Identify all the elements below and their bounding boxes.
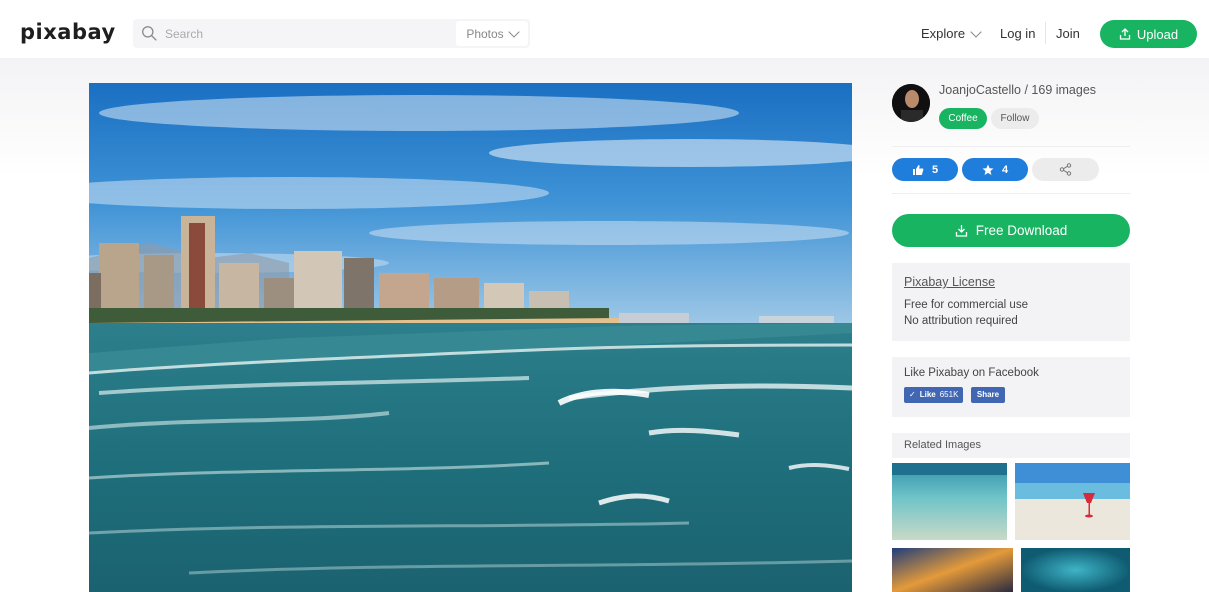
- chevron-down-icon: [970, 25, 982, 38]
- share-icon: [1059, 163, 1072, 176]
- star-icon: [982, 164, 994, 175]
- chevron-down-icon: [508, 25, 520, 38]
- check-icon: ✓: [909, 390, 916, 399]
- thumbs-up-icon: [912, 164, 924, 175]
- free-download-button[interactable]: Free Download: [892, 214, 1130, 247]
- facebook-title: Like Pixabay on Facebook: [904, 367, 1039, 379]
- author-avatar[interactable]: [892, 84, 930, 122]
- related-image-thumbnail: [1015, 463, 1130, 540]
- license-link[interactable]: Pixabay License: [904, 275, 1118, 289]
- login-link[interactable]: Log in: [1000, 26, 1035, 41]
- related-image-1[interactable]: [892, 463, 1007, 540]
- follow-button[interactable]: Follow: [991, 108, 1039, 129]
- search-bar[interactable]: Photos: [133, 19, 530, 48]
- related-image-thumbnail: [892, 548, 1013, 592]
- media-type-select[interactable]: Photos: [456, 21, 528, 46]
- facebook-like-button[interactable]: ✓ Like 651K: [904, 386, 964, 403]
- explore-menu[interactable]: Explore: [921, 25, 982, 41]
- related-images-header: Related Images: [892, 433, 1130, 458]
- related-image-3[interactable]: [892, 548, 1013, 592]
- download-label: Free Download: [975, 223, 1068, 238]
- license-commercial: Free for commercial use: [904, 299, 1028, 311]
- explore-label: Explore: [921, 26, 966, 41]
- download-icon: [955, 225, 967, 237]
- media-type-label: Photos: [466, 26, 504, 41]
- search-input[interactable]: [165, 23, 445, 44]
- favorite-count: 4: [1001, 163, 1009, 176]
- license-attribution: No attribution required: [904, 315, 1018, 327]
- facebook-panel: Like Pixabay on Facebook ✓ Like 651K Sha…: [892, 357, 1130, 417]
- related-image-thumbnail: [892, 463, 1007, 540]
- divider: [892, 193, 1130, 194]
- join-link[interactable]: Join: [1056, 26, 1080, 41]
- license-panel: Pixabay License Free for commercial use …: [892, 263, 1130, 341]
- related-image-thumbnail: [1021, 548, 1130, 592]
- share-button[interactable]: [1032, 158, 1099, 181]
- avatar-image: [892, 84, 930, 122]
- logo[interactable]: pixabay: [20, 20, 116, 44]
- upload-icon: [1119, 28, 1131, 40]
- related-image-4[interactable]: [1021, 548, 1130, 592]
- divider: [892, 146, 1130, 147]
- search-icon: [142, 26, 157, 41]
- main-photo[interactable]: [89, 83, 852, 592]
- author-link[interactable]: JoanjoCastello / 169 images: [939, 83, 1096, 97]
- upload-button[interactable]: Upload: [1100, 20, 1197, 48]
- like-button[interactable]: 5: [892, 158, 958, 181]
- facebook-share-button[interactable]: Share: [970, 386, 1006, 403]
- nav-divider: [1045, 22, 1046, 44]
- upload-label: Upload: [1136, 26, 1179, 42]
- facebook-like-label: Like: [919, 390, 936, 399]
- beach-photo-image: [89, 83, 852, 592]
- related-image-2[interactable]: [1015, 463, 1130, 540]
- coffee-button[interactable]: Coffee: [939, 108, 987, 129]
- like-count: 5: [931, 163, 939, 176]
- favorite-button[interactable]: 4: [962, 158, 1028, 181]
- facebook-like-count: 651K: [939, 390, 959, 399]
